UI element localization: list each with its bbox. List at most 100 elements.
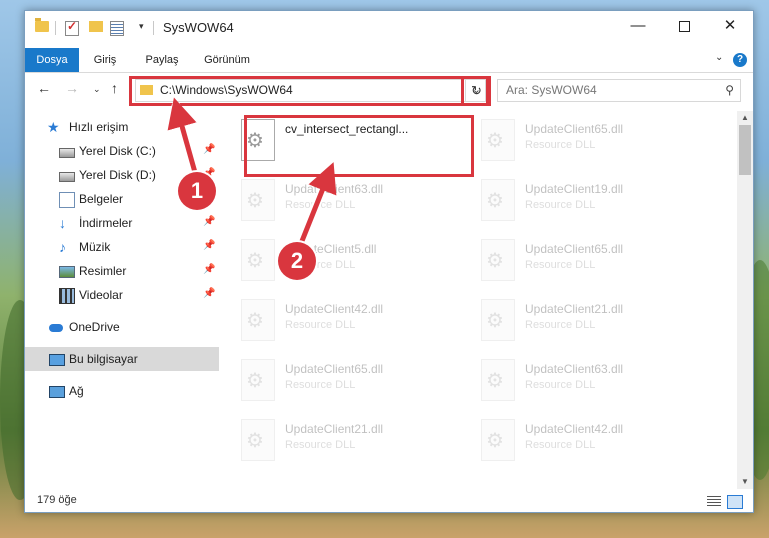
forward-button[interactable]: → <box>65 80 79 96</box>
cloud-icon <box>49 324 63 332</box>
sidebar-item-videos[interactable]: Videolar 📌 <box>25 283 219 307</box>
music-icon: ♪ <box>59 239 66 255</box>
address-bar-highlight <box>129 76 489 106</box>
file-item[interactable]: UpdateClient65.dll Resource DLL <box>229 355 449 405</box>
properties-check-icon[interactable] <box>65 19 79 36</box>
file-type: Resource DLL <box>525 319 596 331</box>
sidebar-item-label: Yerel Disk (D:) <box>79 168 156 182</box>
file-item[interactable]: UpdateClient65.dll Resource DLL <box>469 235 689 285</box>
title-bar: ▾ SysWOW64 — ✕ <box>25 11 753 47</box>
back-button[interactable]: ← <box>37 80 51 96</box>
up-button[interactable]: ↑ <box>111 80 118 96</box>
sidebar-item-label: OneDrive <box>69 320 120 334</box>
file-item[interactable]: UpdateClient63.dll Resource DLL <box>469 355 689 405</box>
file-type: Resource DLL <box>285 199 356 211</box>
refresh-highlight <box>461 76 491 106</box>
dll-file-icon <box>241 359 275 401</box>
file-type: Resource DLL <box>285 439 356 451</box>
dll-file-icon <box>241 239 275 281</box>
explorer-window: ▾ SysWOW64 — ✕ Dosya Giriş Paylaş Görünü… <box>24 10 754 513</box>
sidebar-item-quick-access[interactable]: ★ Hızlı erişim <box>25 115 219 139</box>
file-type: Resource DLL <box>525 139 596 151</box>
pictures-icon <box>59 266 75 278</box>
ribbon-tabs: Dosya Giriş Paylaş Görünüm ⌄ ? <box>25 48 753 73</box>
file-type: Resource DLL <box>525 199 596 211</box>
file-name: UpdateClient65.dll <box>525 122 624 136</box>
close-button[interactable]: ✕ <box>707 11 753 41</box>
documents-icon <box>59 192 75 208</box>
new-folder-icon[interactable] <box>89 21 103 32</box>
dll-file-icon <box>481 299 515 341</box>
sidebar-item-label: Belgeler <box>79 192 124 206</box>
dll-file-icon <box>241 299 275 341</box>
file-type: Resource DLL <box>525 439 596 451</box>
file-item[interactable]: UpdateClient42.dll Resource DLL <box>469 415 689 465</box>
disk-icon <box>59 148 75 158</box>
file-type: Resource DLL <box>525 259 596 271</box>
properties-icon[interactable] <box>110 21 124 36</box>
pin-icon[interactable]: 📌 <box>203 144 215 155</box>
videos-icon <box>59 288 75 304</box>
sidebar-item-downloads[interactable]: ↓ İndirmeler 📌 <box>25 211 219 235</box>
tab-view[interactable]: Görünüm <box>197 48 257 72</box>
pin-icon[interactable]: 📌 <box>203 264 215 275</box>
quick-access-dropdown-icon[interactable]: ▾ <box>139 21 144 32</box>
help-icon[interactable]: ? <box>733 53 747 67</box>
chevron-down-icon[interactable]: ⌄ <box>715 52 723 63</box>
search-icon: ⚲ <box>725 83 734 97</box>
file-highlight <box>244 115 474 177</box>
window-title: SysWOW64 <box>163 20 234 35</box>
vertical-scrollbar[interactable]: ▲ ▼ <box>737 111 753 489</box>
sidebar-item-label: Hızlı erişim <box>69 120 129 134</box>
search-input[interactable]: Ara: SysWOW64 ⚲ <box>497 79 741 102</box>
sidebar-item-onedrive[interactable]: OneDrive <box>25 315 219 339</box>
scroll-up-icon[interactable]: ▲ <box>741 113 749 122</box>
file-item[interactable]: UpdateClient42.dll Resource DLL <box>229 295 449 345</box>
file-item[interactable]: UpdateClient21.dll Resource DLL <box>229 415 449 465</box>
dll-file-icon <box>241 419 275 461</box>
file-name: UpdateClient63.dll <box>285 182 384 196</box>
tab-home[interactable]: Giriş <box>87 48 123 72</box>
sidebar-item-label: Bu bilgisayar <box>69 352 138 366</box>
tab-share[interactable]: Paylaş <box>139 48 185 72</box>
maximize-button[interactable] <box>661 11 707 41</box>
callout-badge-1: 1 <box>178 172 216 210</box>
sidebar-item-disk-c[interactable]: Yerel Disk (C:) 📌 <box>25 139 219 163</box>
file-item[interactable]: UpdateClient19.dll Resource DLL <box>469 175 689 225</box>
sidebar-item-this-pc[interactable]: Bu bilgisayar <box>25 347 219 371</box>
file-name: UpdateClient21.dll <box>285 422 384 436</box>
sidebar-item-network[interactable]: Ağ <box>25 379 219 403</box>
sidebar-item-label: Ağ <box>69 384 84 398</box>
sidebar-item-pictures[interactable]: Resimler 📌 <box>25 259 219 283</box>
sidebar-item-music[interactable]: ♪ Müzik 📌 <box>25 235 219 259</box>
pin-icon[interactable]: 📌 <box>203 288 215 299</box>
sidebar-item-label: Videolar <box>79 288 123 302</box>
recent-locations-button[interactable]: ⌄ <box>93 84 101 95</box>
folder-icon <box>35 18 49 32</box>
scroll-thumb[interactable] <box>739 125 751 175</box>
download-icon: ↓ <box>59 215 66 231</box>
file-type: Resource DLL <box>285 319 356 331</box>
details-view-icon[interactable] <box>707 496 721 506</box>
separator <box>55 21 56 35</box>
star-icon: ★ <box>47 119 60 135</box>
file-name: UpdateClient42.dll <box>285 302 384 316</box>
file-item[interactable]: UpdateClient21.dll Resource DLL <box>469 295 689 345</box>
tab-file[interactable]: Dosya <box>25 48 79 72</box>
file-item[interactable]: UpdateClient65.dll Resource DLL <box>469 115 689 165</box>
file-type: Resource DLL <box>525 379 596 391</box>
file-item[interactable]: UpdateClient63.dll Resource DLL <box>229 175 449 225</box>
navigation-pane: ★ Hızlı erişim Yerel Disk (C:) 📌 Yerel D… <box>25 111 219 491</box>
scroll-down-icon[interactable]: ▼ <box>741 477 749 486</box>
file-name: UpdateClient63.dll <box>525 362 624 376</box>
pin-icon[interactable]: 📌 <box>203 216 215 227</box>
minimize-button[interactable]: — <box>615 11 661 41</box>
pin-icon[interactable]: 📌 <box>203 240 215 251</box>
large-icons-view-icon[interactable] <box>727 495 743 509</box>
file-item[interactable]: UpdateClient5.dll Resource DLL <box>229 235 449 285</box>
disk-icon <box>59 172 75 182</box>
file-name: UpdateClient19.dll <box>525 182 624 196</box>
sidebar-item-label: İndirmeler <box>79 216 133 230</box>
sidebar-item-label: Resimler <box>79 264 127 278</box>
dll-file-icon <box>481 239 515 281</box>
